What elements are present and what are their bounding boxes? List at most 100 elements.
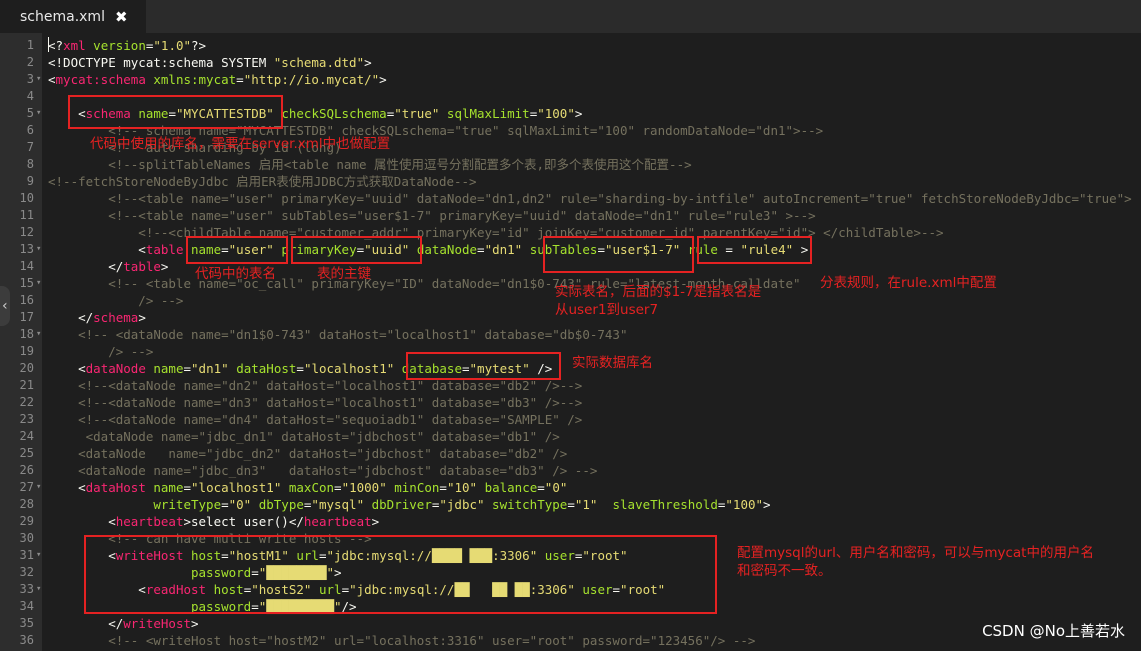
fold-arrow-icon[interactable]: ▾ xyxy=(36,275,44,292)
fold-arrow-icon[interactable]: ▾ xyxy=(36,479,44,496)
code-line: 3 ▾ <mycat:schema xmlns:mycat="http://io.m… xyxy=(0,71,1141,88)
annotation-table-name: 代码中的表名 xyxy=(195,266,276,282)
line-code: <heartbeat>select user()</heartbeat> xyxy=(48,514,380,529)
highlight-sub-tables xyxy=(543,236,694,273)
tab-bar: schema.xml ✖ xyxy=(0,0,1141,33)
code-line: 21 <!--<dataNode name="dn2" dataHost="lo… xyxy=(0,377,1141,394)
line-code: <!--fetchStoreNodeByJdbc 启用ER表使用JDBC方式获取… xyxy=(48,174,477,189)
line-number: 8 xyxy=(26,157,34,171)
code-line: 8 <!--splitTableNames 启用<table name 属性使用… xyxy=(0,156,1141,173)
line-number: 7 xyxy=(26,140,34,154)
annotation-rule: 分表规则，在rule.xml中配置 xyxy=(820,275,997,291)
line-code: </table> xyxy=(48,259,169,274)
code-line: 25 <dataNode name="jdbc_dn2" dataHost="j… xyxy=(0,445,1141,462)
fold-arrow-icon[interactable]: ▾ xyxy=(36,581,44,598)
code-line: 18 ▾ <!-- <dataNode name="dn1$0-743" data… xyxy=(0,326,1141,343)
code-line: 36 <!-- <writeHost host="hostM2" url="lo… xyxy=(0,632,1141,649)
code-line: 22 <!--<dataNode name="dn3" dataHost="lo… xyxy=(0,394,1141,411)
line-code: <!--splitTableNames 启用<table name 属性使用逗号… xyxy=(48,157,692,172)
code-line: 10 <!--<table name="user" primaryKey="uu… xyxy=(0,190,1141,207)
line-number: 14 xyxy=(19,259,34,273)
fold-arrow-icon[interactable]: ▾ xyxy=(36,71,44,88)
line-number: 2 xyxy=(26,55,34,69)
line-number: 25 xyxy=(19,446,34,460)
line-number: 1 xyxy=(26,38,34,52)
line-number: 31 xyxy=(19,548,34,562)
line-number: 29 xyxy=(19,514,34,528)
line-number: 10 xyxy=(19,191,34,205)
line-code: <!--<table name="user" primaryKey="uuid"… xyxy=(48,191,1132,206)
line-code: <table name="user" primaryKey="uuid" dat… xyxy=(48,242,809,257)
line-number: 22 xyxy=(19,395,34,409)
line-number: 24 xyxy=(19,429,34,443)
code-line: 24 <dataNode name="jdbc_dn1" dataHost="j… xyxy=(0,428,1141,445)
line-number: 11 xyxy=(19,208,34,222)
fold-arrow-icon[interactable]: ▾ xyxy=(36,547,44,564)
code-line: 19 /> --> xyxy=(0,343,1141,360)
highlight-rule xyxy=(697,236,812,264)
line-number: 20 xyxy=(19,361,34,375)
code-line: 29 <heartbeat>select user()</heartbeat> xyxy=(0,513,1141,530)
line-code: <dataNode name="jdbc_dn3" dataHost="jdbc… xyxy=(48,463,598,478)
highlight-primary-key xyxy=(291,236,422,264)
line-number: 33 xyxy=(19,582,34,596)
code-line: 1 <?xml version="1.0"?> xyxy=(0,37,1141,54)
line-number: 19 xyxy=(19,344,34,358)
tab-schema-xml[interactable]: schema.xml ✖ xyxy=(0,0,146,33)
line-code: <!--<dataNode name="dn3" dataHost="local… xyxy=(48,395,583,410)
line-number: 18 xyxy=(19,327,34,341)
close-icon[interactable]: ✖ xyxy=(115,8,128,26)
line-number: 13 xyxy=(19,242,34,256)
line-code: <dataNode name="jdbc_dn1" dataHost="jdbc… xyxy=(48,429,560,444)
fold-arrow-icon[interactable]: ▾ xyxy=(36,326,44,343)
line-code: <!--<table name="user" subTables="user$1… xyxy=(48,208,816,223)
line-number: 28 xyxy=(19,497,34,511)
tab-title: schema.xml xyxy=(20,8,105,25)
highlight-table-name xyxy=(186,236,288,264)
highlight-database xyxy=(406,352,561,380)
code-line: 26 <dataNode name="jdbc_dn3" dataHost="j… xyxy=(0,462,1141,479)
code-line: 20 <dataNode name="dn1" dataHost="localh… xyxy=(0,360,1141,377)
line-number: 27 xyxy=(19,480,34,494)
line-code: <mycat:schema xmlns:mycat="http://io.myc… xyxy=(48,72,387,87)
fold-arrow-icon[interactable]: ▾ xyxy=(36,241,44,258)
line-code: writeType="0" dbType="mysql" dbDriver="j… xyxy=(48,497,771,512)
line-number: 32 xyxy=(19,565,34,579)
annotation-sub-tables: 实际表名，后面的$1-7是指表名是 从user1到user7 xyxy=(555,284,762,318)
line-number: 6 xyxy=(26,123,34,137)
code-line: 35 </writeHost> xyxy=(0,615,1141,632)
code-line: 28 writeType="0" dbType="mysql" dbDriver… xyxy=(0,496,1141,513)
line-code: /> --> xyxy=(48,293,184,308)
line-code: <!DOCTYPE mycat:schema SYSTEM "schema.dt… xyxy=(48,55,372,70)
annotation-database: 实际数据库名 xyxy=(572,355,653,371)
line-number: 12 xyxy=(19,225,34,239)
line-code: <!-- <dataNode name="dn1$0-743" dataHost… xyxy=(48,327,628,342)
fold-arrow-icon[interactable]: ▾ xyxy=(36,105,44,122)
highlight-hosts xyxy=(84,535,717,614)
line-number: 36 xyxy=(19,633,34,647)
annotation-schema-name: 代码中使用的库名，需要在server.xml中也做配置 xyxy=(90,136,391,152)
collapse-panel-icon[interactable]: ‹ xyxy=(0,286,10,326)
line-number: 23 xyxy=(19,412,34,426)
line-number: 3 xyxy=(26,72,34,86)
line-code: /> --> xyxy=(48,344,154,359)
line-code: <!--<dataNode name="dn4" dataHost="sequo… xyxy=(48,412,583,427)
line-number: 5 xyxy=(26,106,34,120)
line-code: <?xml version="1.0"?> xyxy=(48,38,207,53)
code-line: 23 <!--<dataNode name="dn4" dataHost="se… xyxy=(0,411,1141,428)
line-number: 30 xyxy=(19,531,34,545)
line-code: </schema> xyxy=(48,310,146,325)
code-line: 11 <!--<table name="user" subTables="use… xyxy=(0,207,1141,224)
line-code: <dataNode name="jdbc_dn2" dataHost="jdbc… xyxy=(48,446,568,461)
text-cursor xyxy=(48,37,49,52)
line-number: 21 xyxy=(19,378,34,392)
code-line: 9 <!--fetchStoreNodeByJdbc 启用ER表使用JDBC方式获… xyxy=(0,173,1141,190)
annotation-primary-key: 表的主键 xyxy=(317,266,371,282)
code-line: 2 <!DOCTYPE mycat:schema SYSTEM "schema.d… xyxy=(0,54,1141,71)
line-number: 26 xyxy=(19,463,34,477)
code-line: 27 ▾ <dataHost name="localhost1" maxCon="… xyxy=(0,479,1141,496)
line-number: 35 xyxy=(19,616,34,630)
line-code: <!-- <writeHost host="hostM2" url="local… xyxy=(48,633,756,648)
annotation-hosts: 配置mysql的url、用户名和密码，可以与mycat中的用户名 和密码不一致。 xyxy=(737,545,1094,579)
line-number: 9 xyxy=(26,174,34,188)
